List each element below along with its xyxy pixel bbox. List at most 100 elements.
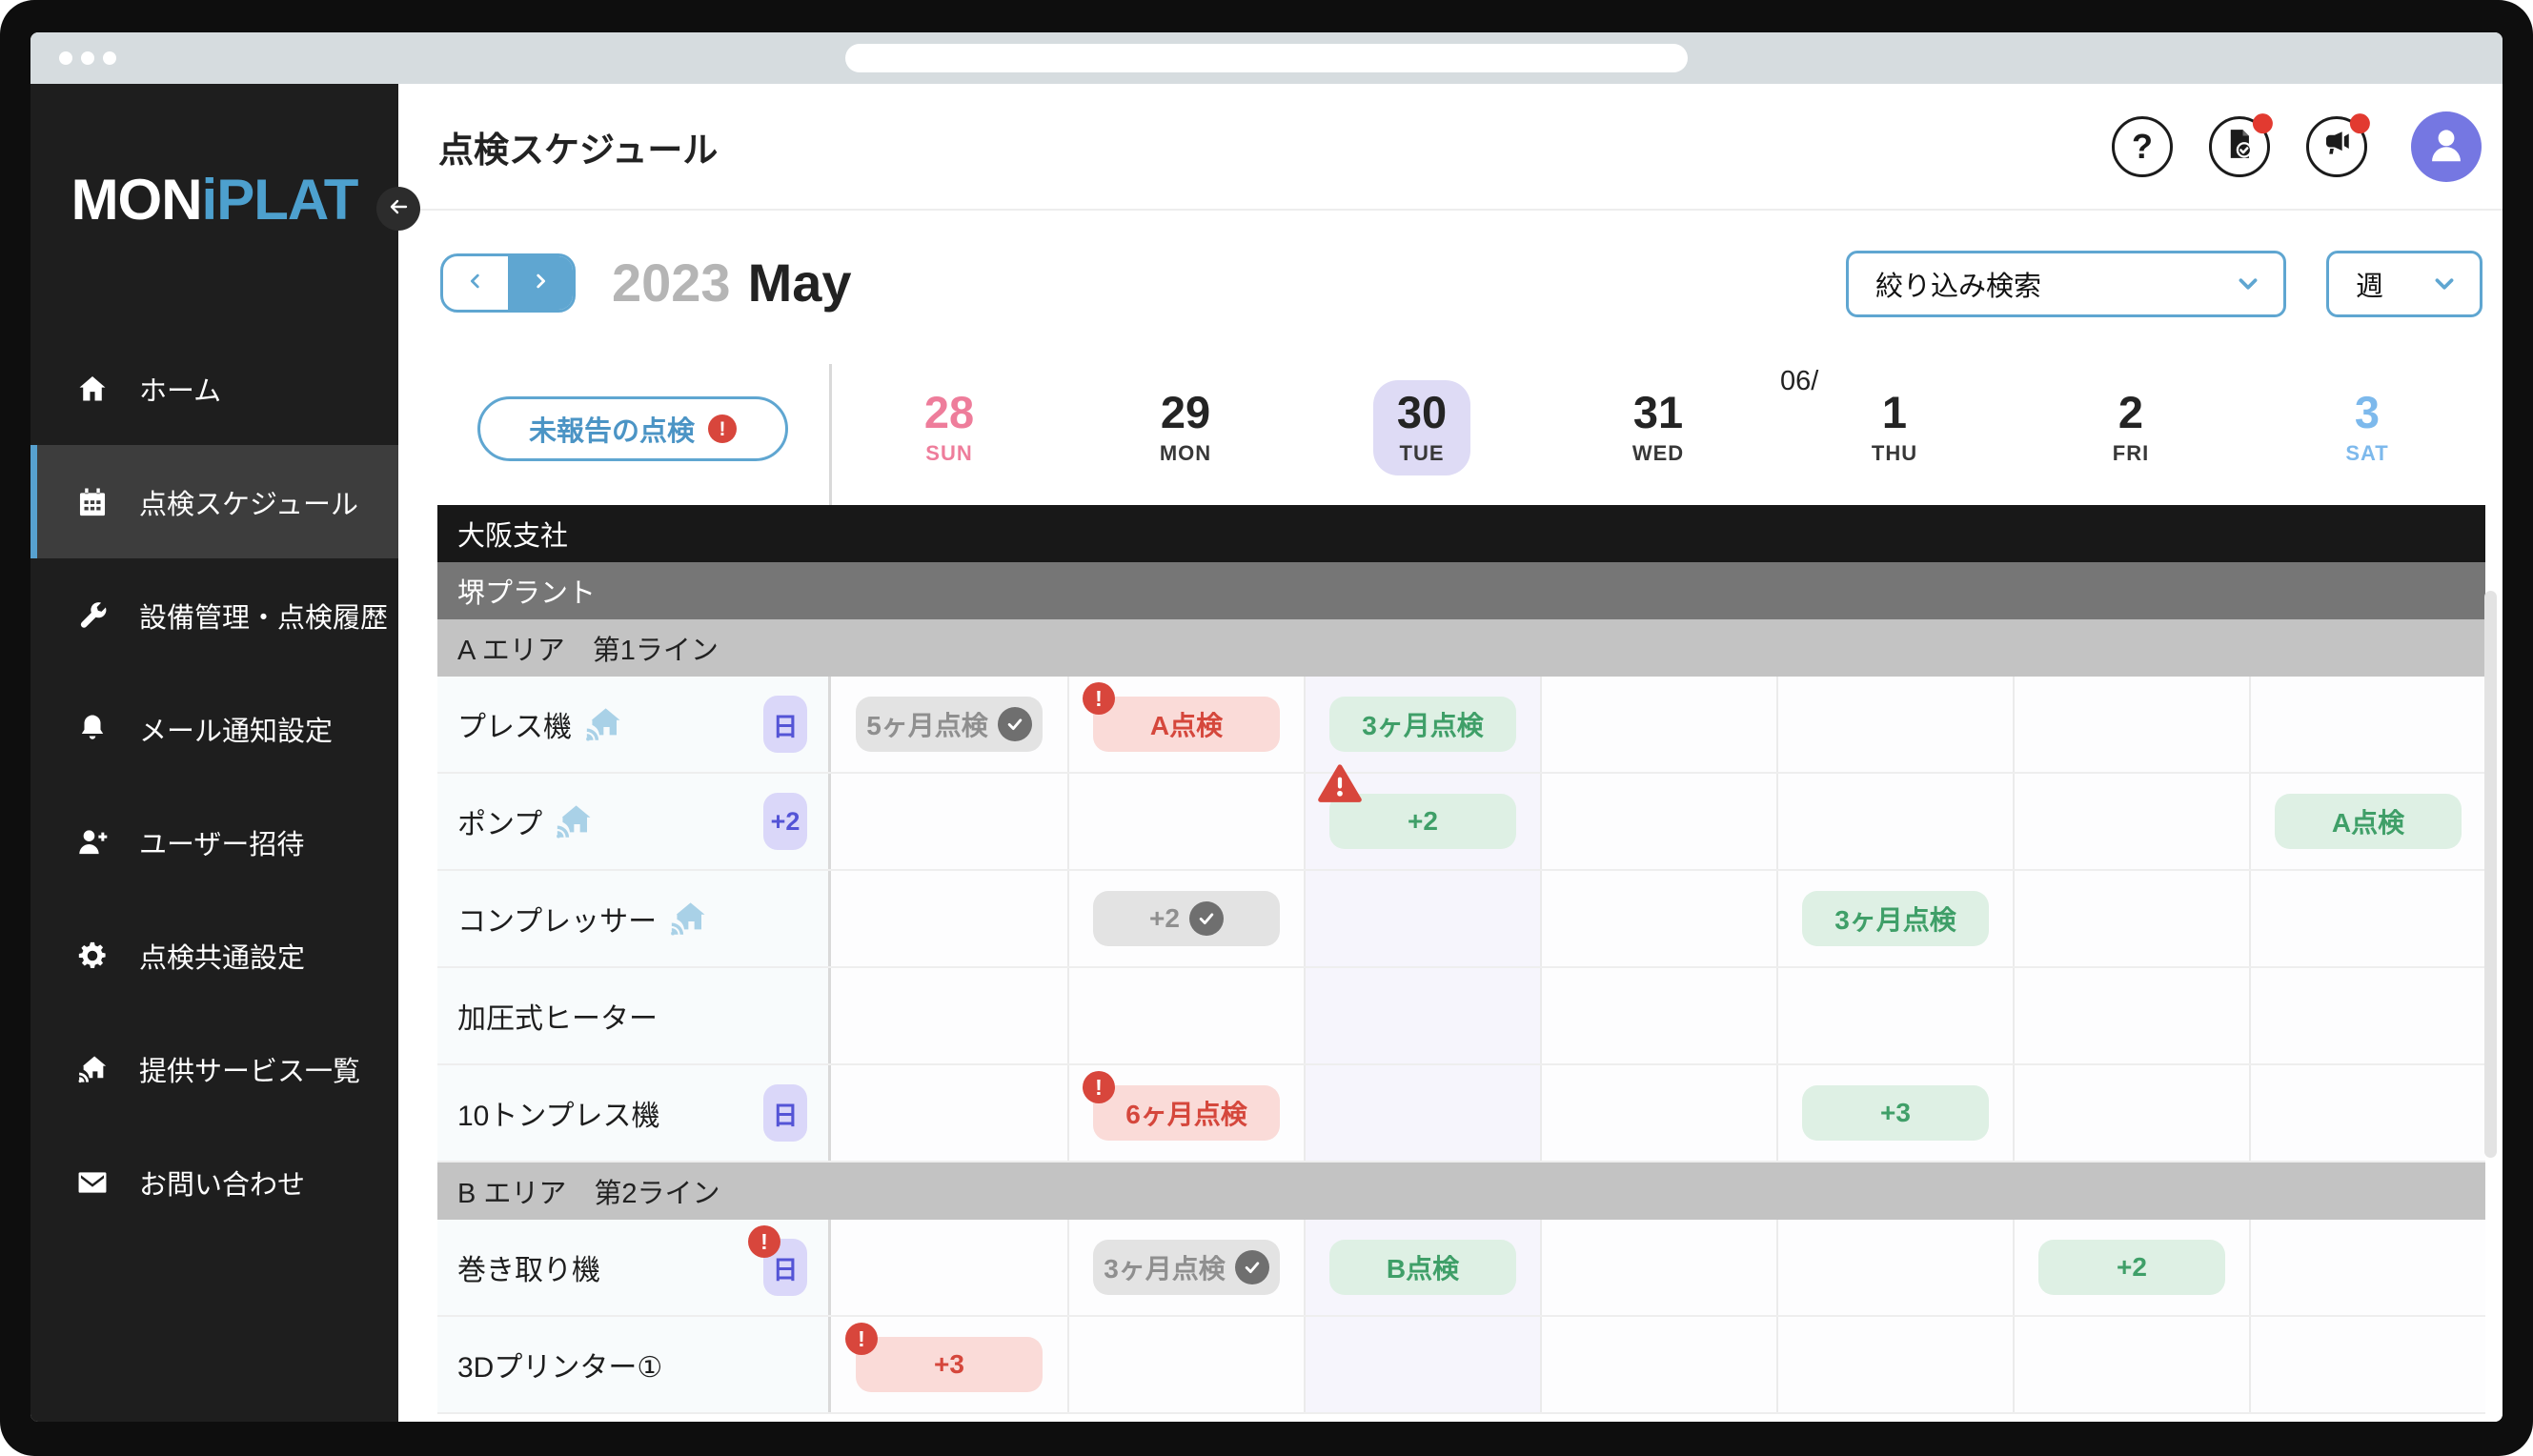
traffic-light-dot[interactable] bbox=[59, 51, 72, 65]
announcement-button[interactable] bbox=[2306, 112, 2370, 177]
inspection-badge[interactable]: B点検 bbox=[1329, 1240, 1516, 1295]
schedule-table: 大阪支社 堺プラント A エリア 第1ライン プレス機日 5ヶ月点検 A点検! 3ヶ月点検ポ… bbox=[437, 505, 2485, 1414]
period-dropdown[interactable]: 週 bbox=[2326, 251, 2482, 317]
day-header-fri[interactable]: 2 FRI bbox=[2013, 364, 2249, 486]
sidebar-item-home[interactable]: ホーム bbox=[30, 332, 398, 445]
section-label: A エリア 第1ライン bbox=[457, 636, 719, 666]
address-bar[interactable] bbox=[845, 44, 1688, 72]
equipment-cell: 10トンプレス機 日 bbox=[437, 1065, 831, 1161]
schedule-cell bbox=[1776, 1317, 2013, 1412]
scrollbar-thumb[interactable] bbox=[2484, 591, 2497, 1158]
app-logo: MONiPLAT bbox=[30, 172, 398, 229]
equipment-row: 3Dプリンター① +3! bbox=[437, 1317, 2485, 1414]
day-header-mon[interactable]: 29 MON bbox=[1067, 364, 1304, 486]
prev-week-button[interactable] bbox=[443, 256, 508, 310]
day-header-thu[interactable]: 06/1 THU bbox=[1776, 364, 2013, 486]
help-button[interactable]: ? bbox=[2112, 115, 2173, 177]
sidebar-item-services[interactable]: 提供サービス一覧 bbox=[30, 1012, 398, 1125]
user-plus-icon bbox=[74, 824, 111, 860]
inspection-badge-label: 6ヶ月点検 bbox=[1125, 1100, 1247, 1129]
day-header-wed[interactable]: 31 WED bbox=[1540, 364, 1776, 486]
notification-dot bbox=[2349, 112, 2370, 133]
schedule-cell bbox=[1540, 871, 1776, 966]
traffic-light-dot[interactable] bbox=[103, 51, 116, 65]
frequency-tag: 日 bbox=[763, 696, 807, 753]
sidebar-item-equipment-history[interactable]: 設備管理・点検履歴 bbox=[30, 558, 398, 672]
sidebar-item-inspection-schedule[interactable]: 点検スケジュール bbox=[30, 445, 398, 558]
inspection-badge[interactable]: 3ヶ月点検 bbox=[1802, 891, 1989, 946]
section-label: 堺プラント bbox=[457, 578, 597, 609]
inspection-badge[interactable]: +2 bbox=[2038, 1240, 2225, 1295]
chevron-right-icon bbox=[530, 271, 551, 296]
inspection-badge[interactable]: +2 bbox=[1093, 891, 1280, 946]
schedule-header: 未報告の点検 ! 28 SUN 29 MON 30 TUE 31 WED 06/1 THU 2 FRI… bbox=[398, 364, 2503, 486]
sidebar-item-contact[interactable]: お問い合わせ bbox=[30, 1125, 398, 1239]
traffic-light-dot[interactable] bbox=[81, 51, 94, 65]
period-label: 週 bbox=[2356, 272, 2384, 302]
traffic-lights[interactable] bbox=[59, 51, 116, 65]
filter-search-dropdown[interactable]: 絞り込み検索 bbox=[1846, 251, 2286, 317]
sidebar-item-label: 設備管理・点検履歴 bbox=[139, 602, 389, 634]
equipment-name: 加圧式ヒーター bbox=[457, 1003, 658, 1035]
equipment-row: 10トンプレス機 日 6ヶ月点検! +3 bbox=[437, 1065, 2485, 1163]
chevron-down-icon bbox=[2239, 278, 2258, 290]
day-header-tue[interactable]: 30 TUE bbox=[1304, 364, 1540, 486]
day-number: 31 bbox=[1632, 387, 1684, 437]
equipment-name: 3Dプリンター① bbox=[457, 1352, 663, 1384]
logo-text-blue: iPLAT bbox=[201, 168, 359, 232]
inspection-badge-label: +3 bbox=[1880, 1098, 1911, 1127]
schedule-cell bbox=[2249, 1317, 2485, 1412]
schedule-cell: 5ヶ月点検 bbox=[831, 677, 1067, 772]
day-of-week: THU bbox=[1871, 440, 1918, 465]
sidebar-item-mail-notification[interactable]: メール通知設定 bbox=[30, 672, 398, 785]
inspection-badge[interactable]: +3! bbox=[845, 1323, 1043, 1392]
sidebar-collapse-button[interactable] bbox=[376, 187, 420, 231]
equipment-row: ポンプ +2 +2 A点検 bbox=[437, 764, 2485, 871]
sidebar-item-inspection-settings[interactable]: 点検共通設定 bbox=[30, 899, 398, 1012]
day-of-week: SUN bbox=[925, 440, 973, 465]
inspection-badge-label: 5ヶ月点検 bbox=[866, 711, 988, 740]
unreported-inspections-button[interactable]: 未報告の点検 ! bbox=[477, 396, 788, 461]
app: MONiPLAT ホーム 点検スケジュール 設備管理・点検履歴 メール通知設定 ユーザー… bbox=[30, 84, 2503, 1422]
sidebar-item-user-invite[interactable]: ユーザー招待 bbox=[30, 785, 398, 899]
day-box: 1 THU bbox=[1846, 380, 1943, 475]
inspection-badge[interactable]: A点検 bbox=[2275, 794, 2462, 849]
next-week-button[interactable] bbox=[508, 256, 573, 310]
section-label: 大阪支社 bbox=[457, 521, 569, 552]
schedule-cell bbox=[2013, 1317, 2249, 1412]
schedule-cell bbox=[2013, 1065, 2249, 1161]
inspection-badge[interactable]: 6ヶ月点検! bbox=[1083, 1071, 1280, 1141]
check-icon bbox=[1188, 901, 1224, 936]
inspection-badge-label: A点検 bbox=[2331, 808, 2405, 838]
section-row-company: 大阪支社 bbox=[437, 505, 2485, 562]
schedule-cell: B点検 bbox=[1304, 1220, 1540, 1315]
day-number: 29 bbox=[1160, 387, 1211, 437]
inspection-badge[interactable]: 5ヶ月点検 bbox=[856, 697, 1043, 752]
inspection-badge[interactable]: 3ヶ月点検 bbox=[1329, 697, 1516, 752]
inspection-badge[interactable]: A点検! bbox=[1083, 682, 1280, 752]
page-title: 点検スケジュール bbox=[438, 130, 719, 170]
schedule-cell bbox=[1304, 871, 1540, 966]
day-box: 3 SAT bbox=[2319, 380, 2416, 475]
sidebar: MONiPLAT ホーム 点検スケジュール設備管理・点検履歴メール通知設定 ユーザー… bbox=[30, 84, 420, 1422]
report-button[interactable] bbox=[2209, 112, 2273, 177]
avatar-button[interactable] bbox=[2411, 111, 2482, 182]
day-header-sat[interactable]: 3 SAT bbox=[2249, 364, 2485, 486]
schedule-cell: 3ヶ月点検 bbox=[1304, 677, 1540, 772]
schedule-cell bbox=[1776, 677, 2013, 772]
schedule-cell bbox=[2249, 968, 2485, 1063]
schedule-cell bbox=[1540, 774, 1776, 869]
schedule-cell: +2 bbox=[1304, 764, 1540, 869]
alert-icon: ! bbox=[845, 1323, 878, 1355]
inspection-badge[interactable]: +2 bbox=[1318, 764, 1516, 849]
check-icon bbox=[1234, 1250, 1269, 1284]
schedule-cell bbox=[2013, 871, 2249, 966]
main-content: 点検スケジュール ? 2023 May 絞り込み検索 週 未報告の点検 ! 28… bbox=[398, 84, 2503, 1422]
schedule-cell bbox=[831, 1065, 1067, 1161]
day-header-sun[interactable]: 28 SUN bbox=[831, 364, 1067, 486]
equipment-name: コンプレッサー bbox=[457, 906, 658, 938]
inspection-badge[interactable]: 3ヶ月点検 bbox=[1093, 1240, 1280, 1295]
sidebar-item-label: 提供サービス一覧 bbox=[139, 1056, 361, 1087]
inspection-badge[interactable]: +3 bbox=[1802, 1085, 1989, 1141]
schedule-cell bbox=[1067, 1317, 1304, 1412]
